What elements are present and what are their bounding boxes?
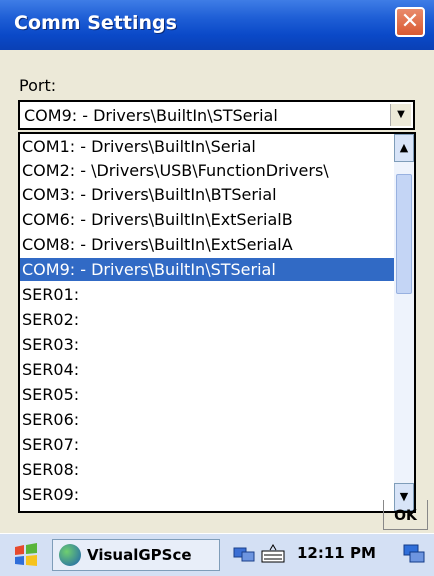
list-item[interactable]: SER08:	[20, 458, 394, 481]
chevron-down-icon: ▼	[397, 109, 405, 120]
list-item[interactable]: SER09:	[20, 483, 394, 506]
network-icon[interactable]	[232, 542, 256, 566]
list-item[interactable]: SER01:	[20, 283, 394, 306]
keyboard-icon[interactable]	[260, 542, 285, 566]
list-item[interactable]: COM2: - \Drivers\USB\FunctionDrivers\	[20, 159, 394, 182]
dropdown-arrow-button[interactable]: ▼	[390, 104, 411, 126]
chevron-up-icon: ▲	[399, 141, 409, 154]
title-bar: Comm Settings ✕	[0, 0, 434, 50]
clock[interactable]: 12:11 PM	[297, 544, 376, 562]
scroll-thumb[interactable]	[396, 174, 412, 294]
globe-icon	[59, 544, 81, 566]
port-options-list: COM1: - Drivers\BuiltIn\Serial COM2: - \…	[18, 132, 416, 513]
list-item[interactable]: SER07:	[20, 433, 394, 456]
list-item[interactable]: SER04:	[20, 358, 394, 381]
close-icon: ✕	[400, 9, 420, 34]
port-label: Port:	[19, 76, 57, 95]
list-item[interactable]: SER06:	[20, 408, 394, 431]
task-button-label: VisualGPSce	[87, 546, 192, 564]
task-button-visualgpsce[interactable]: VisualGPSce	[52, 539, 220, 571]
windows-flag-icon[interactable]	[12, 542, 40, 568]
port-selected-value: COM9: - Drivers\BuiltIn\STSerial	[24, 106, 278, 125]
list-item-selected[interactable]: COM9: - Drivers\BuiltIn\STSerial	[20, 258, 394, 281]
close-button[interactable]: ✕	[395, 7, 425, 37]
list-item[interactable]: COM1: - Drivers\BuiltIn\Serial	[20, 135, 394, 158]
dialog-bottom-area	[0, 513, 434, 533]
list-item[interactable]: SER03:	[20, 333, 394, 356]
scroll-up-button[interactable]: ▲	[394, 134, 414, 162]
window-title: Comm Settings	[14, 12, 177, 34]
list-item[interactable]: COM8: - Drivers\BuiltIn\ExtSerialA	[20, 233, 394, 256]
list-item[interactable]: COM6: - Drivers\BuiltIn\ExtSerialB	[20, 208, 394, 231]
list-item[interactable]: SER02:	[20, 308, 394, 331]
desktop-icon[interactable]	[402, 542, 426, 566]
list-item[interactable]: COM3: - Drivers\BuiltIn\BTSerial	[20, 183, 394, 206]
ok-button[interactable]: OK	[383, 500, 428, 530]
taskbar: VisualGPSce 12:11 PM	[0, 533, 434, 576]
list-item[interactable]: SER05:	[20, 383, 394, 406]
list-scrollbar[interactable]: ▲ ▼	[394, 134, 414, 511]
port-dropdown[interactable]: COM9: - Drivers\BuiltIn\STSerial ▼	[18, 100, 415, 130]
